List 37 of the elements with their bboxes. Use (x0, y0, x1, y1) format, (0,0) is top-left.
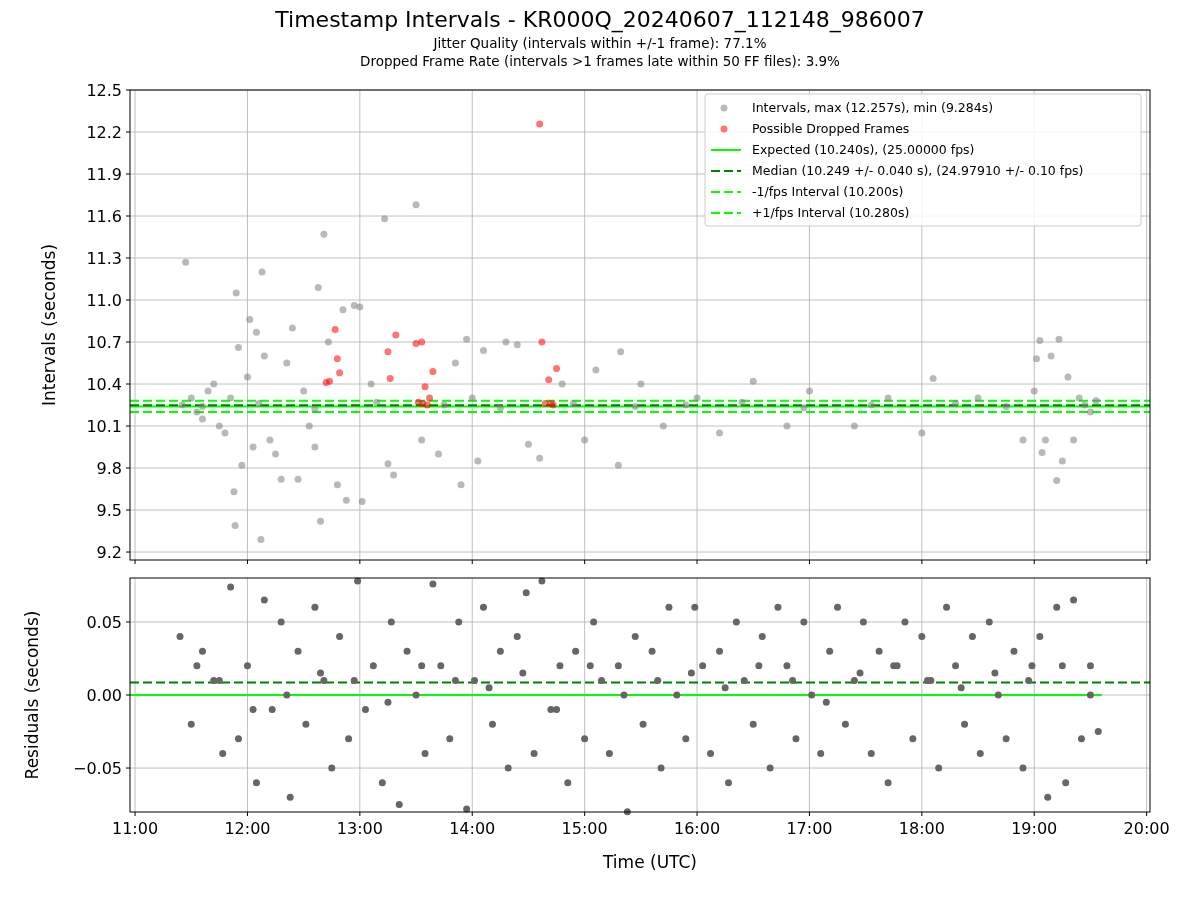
tick-label: 11.6 (86, 207, 122, 226)
tick-label: 10.7 (86, 333, 122, 352)
legend-label: Possible Dropped Frames (752, 121, 910, 136)
tick-label: 9.2 (96, 543, 122, 562)
chart-subtitle: Jitter Quality (intervals within +/-1 frame): 77.1% (433, 34, 767, 52)
tick-label: 15:00 (561, 819, 608, 838)
chart-title: Timestamp Intervals - KR000Q_20240607_112148_986007 (275, 6, 925, 34)
tick-label: 19:00 (1011, 819, 1058, 838)
tick-label: 12.5 (86, 81, 122, 100)
tick-label: 13:00 (336, 819, 383, 838)
axis-label: Residuals (seconds) (22, 610, 42, 780)
chart-subtitle: Dropped Frame Rate (intervals >1 frames late within 50 FF files): 3.9% (360, 52, 840, 70)
axis-label: Time (UTC) (603, 852, 697, 872)
tick-label: 9.5 (96, 501, 122, 520)
tick-label: 11.3 (86, 249, 122, 268)
tick-label: 11:00 (112, 819, 159, 838)
tick-label: 17:00 (786, 819, 833, 838)
tick-label: 12:00 (224, 819, 271, 838)
legend-label: Intervals, max (12.257s), min (9.284s) (752, 100, 994, 115)
tick-label: 12.2 (86, 123, 122, 142)
tick-label: 0.00 (86, 686, 122, 705)
tick-label: 10.1 (86, 417, 122, 436)
axis-label: Intervals (seconds) (39, 243, 59, 407)
tick-label: 14:00 (449, 819, 496, 838)
legend-label: Median (10.249 +/- 0.040 s), (24.97910 +/- 0.10 fps) (752, 163, 1084, 178)
tick-label: 11.9 (86, 165, 122, 184)
tick-label: 10.4 (86, 375, 122, 394)
tick-label: 16:00 (674, 819, 721, 838)
legend-label: -1/fps Interval (10.200s) (752, 184, 904, 199)
tick-label: −0.05 (72, 759, 122, 779)
tick-label: 18:00 (898, 819, 945, 838)
tick-label: 20:00 (1123, 819, 1170, 838)
tick-label: 9.8 (96, 459, 122, 478)
legend-label: +1/fps Interval (10.280s) (752, 205, 910, 220)
tick-label: 11.0 (86, 291, 122, 310)
legend-label: Expected (10.240s), (25.00000 fps) (752, 142, 975, 157)
tick-label: 0.05 (86, 612, 122, 632)
